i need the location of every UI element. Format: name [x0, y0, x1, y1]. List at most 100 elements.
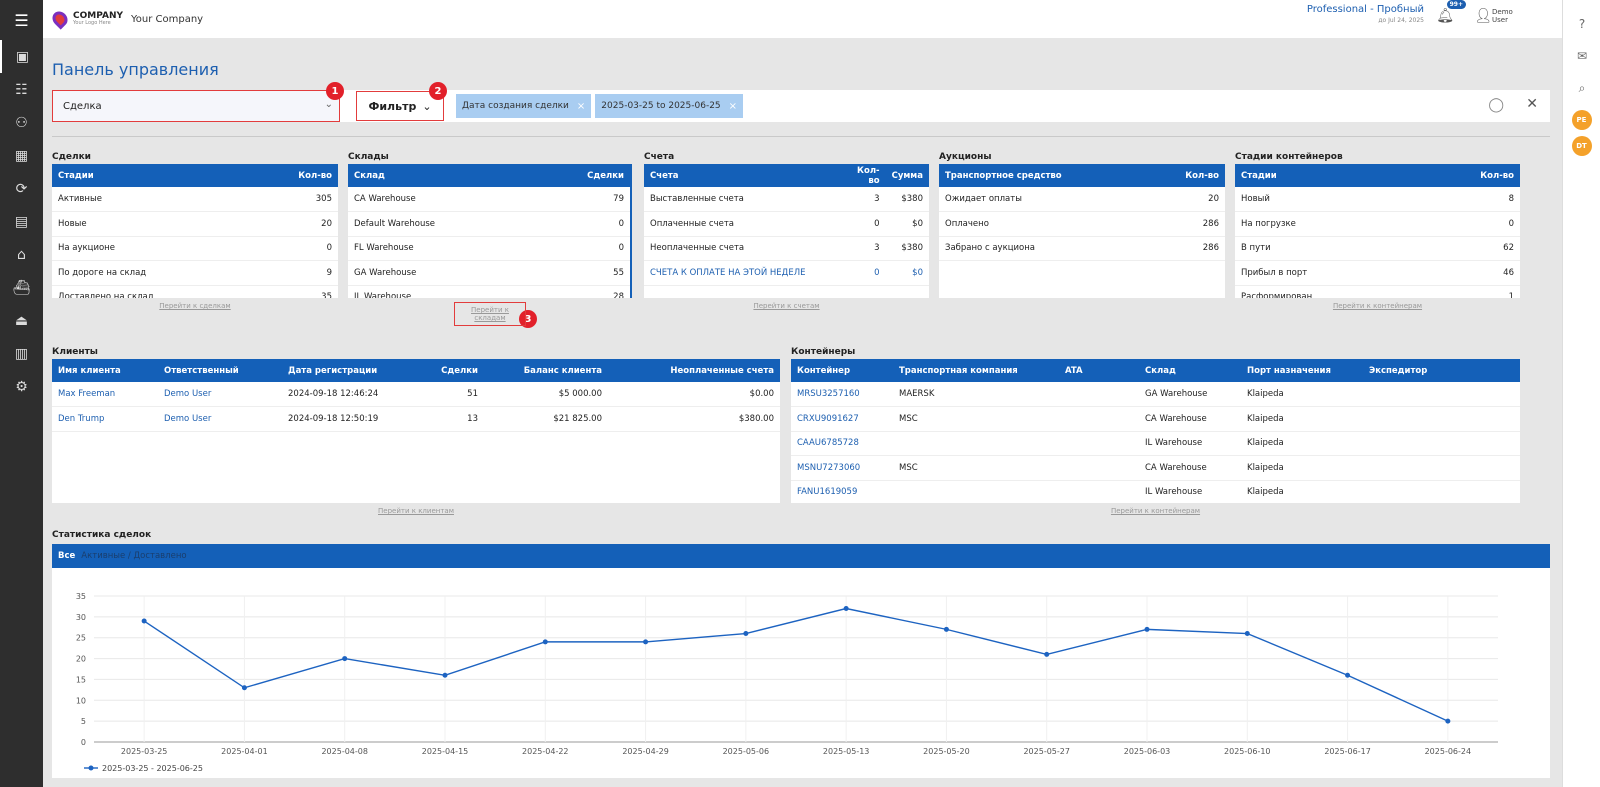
y-tick-label: 10: [76, 696, 86, 705]
company-logo[interactable]: COMPANY Your Logo Here: [49, 8, 123, 30]
table-cell: CA Warehouse: [1139, 406, 1241, 432]
table-cell: [1059, 480, 1139, 503]
search-icon[interactable]: ⌕: [1563, 72, 1600, 104]
table-cell[interactable]: CAAU6785728: [791, 431, 893, 456]
ship-icon[interactable]: ⛴: [0, 271, 43, 304]
table-cell: Доставлено на склад: [52, 285, 259, 298]
table-cell[interactable]: CRXU9091627: [791, 406, 893, 432]
dashboard-icon[interactable]: ▣: [0, 40, 43, 73]
table-cell: Активные: [52, 187, 259, 212]
table-row: Выставленные счета 3 $380: [644, 187, 929, 212]
table-cell: GA Warehouse: [1139, 382, 1241, 407]
table-cell: 305: [258, 187, 338, 212]
chat-icon[interactable]: ✉: [1563, 40, 1600, 72]
widget-title: Контейнеры: [791, 347, 856, 357]
table-row: Новые 20: [52, 211, 338, 237]
tab-all[interactable]: Все: [58, 551, 75, 561]
x-tick-label: 2025-06-24: [1425, 747, 1472, 756]
table-cell: Klaipeda: [1241, 406, 1363, 432]
x-tick-label: 2025-04-29: [622, 747, 669, 756]
gear-icon[interactable]: ⚙: [0, 370, 43, 403]
plan-info[interactable]: Professional - Пробный до Jul 24, 2025: [1307, 4, 1424, 24]
table-cell: [1059, 431, 1139, 456]
table-cell: [893, 431, 1059, 456]
user-icon[interactable]: 👤︎: [1474, 8, 1492, 24]
search-icon[interactable]: ◯: [1488, 97, 1504, 113]
warehouse-icon[interactable]: ⌂: [0, 238, 43, 271]
menu-icon[interactable]: ☰: [0, 0, 43, 40]
col-header: Стадии: [1235, 164, 1419, 187]
close-icon[interactable]: ×: [577, 101, 585, 112]
table-cell: $380: [885, 187, 929, 212]
table-cell: Оплаченные счета: [644, 211, 846, 237]
close-icon[interactable]: ✕: [1526, 96, 1538, 112]
table-cell[interactable]: СЧЕТА К ОПЛАТЕ НА ЭТОЙ НЕДЕЛЕ: [644, 260, 846, 286]
col-header: Кол-во: [1418, 164, 1520, 187]
col-header: Счета: [644, 164, 846, 187]
logo-subtitle: Your Logo Here: [73, 20, 111, 26]
filter-chip-field[interactable]: Дата создания сделки ×: [456, 94, 592, 118]
col-header: Имя клиента: [52, 359, 158, 382]
table-cell[interactable]: MSNU7273060: [791, 455, 893, 481]
y-tick-label: 35: [76, 592, 86, 601]
table-cell: Расформирован: [1235, 285, 1419, 298]
col-header: Склад: [1139, 359, 1241, 382]
go-to-deals-link[interactable]: Перейти к сделкам: [52, 302, 338, 310]
chevron-down-icon: ⌄: [324, 99, 333, 110]
x-tick-label: 2025-04-01: [221, 747, 268, 756]
building-icon[interactable]: ▦: [0, 139, 43, 172]
avatar-badge[interactable]: PE: [1571, 110, 1592, 130]
table-cell[interactable]: $0: [885, 260, 929, 286]
filter-chip-range[interactable]: 2025-03-25 to 2025-06-25 ×: [595, 94, 744, 118]
table-cell[interactable]: FANU1619059: [791, 480, 893, 503]
table-row: FANU1619059 IL Warehouse Klaipeda: [791, 480, 1520, 503]
help-icon[interactable]: ?: [1563, 8, 1600, 40]
go-to-warehouses-link[interactable]: Перейти к складам: [454, 302, 526, 326]
table-cell[interactable]: Den Trump: [52, 406, 158, 432]
x-tick-label: 2025-06-10: [1224, 747, 1271, 756]
close-icon[interactable]: ×: [729, 101, 737, 112]
table-cell[interactable]: Demo User: [158, 382, 282, 407]
table-cell[interactable]: Demo User: [158, 406, 282, 432]
data-point: [1044, 651, 1050, 657]
users-icon[interactable]: ⚇: [0, 106, 43, 139]
data-point: [1244, 631, 1250, 637]
data-point: [643, 639, 649, 645]
user-name[interactable]: Demo User: [1492, 8, 1516, 24]
go-to-invoices-link[interactable]: Перейти к счетам: [644, 302, 929, 310]
table-row: CA Warehouse 79: [348, 187, 630, 212]
filter-bar: Сделка ⌄ Фильтр ⌄ Дата создания сделки ×…: [52, 90, 1550, 122]
entity-select[interactable]: Сделка ⌄: [52, 90, 340, 122]
exchange-icon[interactable]: ⟳: [0, 172, 43, 205]
table-cell[interactable]: MRSU3257160: [791, 382, 893, 407]
table-row: На погрузке 0: [1235, 211, 1520, 237]
go-to-containers-link[interactable]: Перейти к контейнерам: [1235, 302, 1520, 310]
x-tick-label: 2025-04-22: [522, 747, 569, 756]
table-row: FL Warehouse 0: [348, 236, 630, 261]
table-cell: 0: [542, 236, 630, 261]
table-row: CAAU6785728 IL Warehouse Klaipeda: [791, 431, 1520, 456]
table-cell: 8: [1418, 187, 1520, 212]
table-cell[interactable]: Max Freeman: [52, 382, 158, 407]
deals-chart: 0 5 10 15 20 25 30 35 2025-03-25 2025-04-01 2025-0…: [52, 568, 1550, 778]
table-cell[interactable]: 0: [845, 260, 886, 286]
bell-icon[interactable]: 🔔︎: [1436, 8, 1454, 24]
step-marker: 1: [326, 82, 344, 100]
table-cell: [1059, 382, 1139, 407]
auctions-widget: Аукционы Транспортное средство Кол-во Ож…: [939, 152, 1225, 298]
table-row: На аукционе 0: [52, 236, 338, 261]
go-to-clients-link[interactable]: Перейти к клиентам: [52, 507, 780, 515]
deal-stats: Статистика сделок Все Активные / Доставл…: [52, 530, 1550, 778]
tab-active-delivered[interactable]: Активные / Доставлено: [81, 551, 186, 561]
table-row: В пути 62: [1235, 236, 1520, 261]
plan-date: до Jul 24, 2025: [1378, 17, 1424, 24]
go-to-containers-link[interactable]: Перейти к контейнерам: [791, 507, 1520, 515]
table-cell: Неоплаченные счета: [644, 236, 846, 261]
avatar-badge[interactable]: DT: [1571, 136, 1592, 156]
table-cell: Прибыл в порт: [1235, 260, 1419, 286]
document-icon[interactable]: ▤: [0, 205, 43, 238]
list-icon[interactable]: ☷: [0, 73, 43, 106]
bank-icon[interactable]: ⏏: [0, 304, 43, 337]
report-icon[interactable]: ▥: [0, 337, 43, 370]
col-header: Кол-во: [258, 164, 338, 187]
